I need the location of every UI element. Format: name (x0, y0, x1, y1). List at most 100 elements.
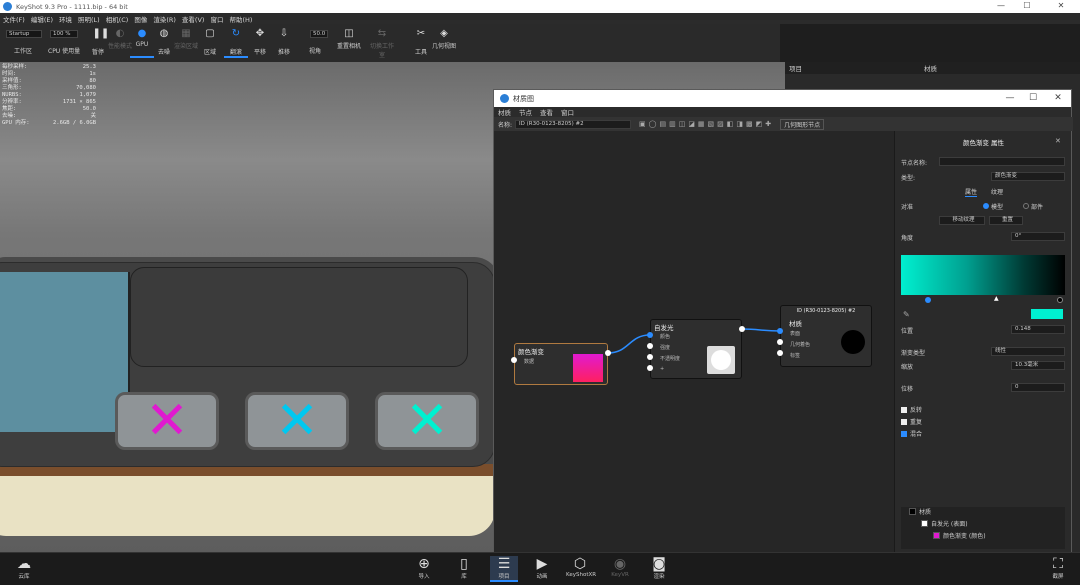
mg-minimize-icon[interactable]: — (999, 90, 1021, 107)
scale-field[interactable]: 10.3毫米 (1011, 361, 1065, 370)
props-close-icon[interactable]: ✕ (1055, 137, 1061, 145)
offset-field[interactable]: 0 (1011, 383, 1065, 392)
mg-maximize-icon[interactable]: ☐ (1022, 90, 1044, 107)
graph-tool-icons[interactable]: ▣◯▤▥◫◪▦▧▨◧◨▩◩✚ (639, 120, 774, 128)
gradient-stop-start[interactable] (925, 297, 931, 303)
menu-item[interactable]: 窗口 (210, 14, 223, 24)
tree-item[interactable]: 材质 (901, 507, 1065, 519)
menu-item[interactable]: 文件(F) (3, 14, 25, 24)
material-name-field[interactable]: ID (R30-0123-8205) #2 (515, 119, 632, 129)
emissive-opacity-port[interactable] (647, 354, 653, 360)
connection-emissive-material (741, 328, 781, 332)
tumble-button[interactable]: ↻ 翻滚 (224, 28, 248, 58)
radio-part[interactable]: 部件 (1023, 202, 1043, 211)
stop-color-swatch[interactable] (1031, 309, 1063, 319)
reset-camera-button[interactable]: ◫ 重置相机 (337, 28, 361, 58)
denoise-button[interactable]: ◍ 去噪 (152, 28, 176, 58)
material-label-port[interactable] (777, 350, 783, 356)
render-button[interactable]: ◙ 渲染 (645, 556, 673, 580)
screenshot-button[interactable]: ⛶ 截屏 (1044, 556, 1072, 580)
menu-item[interactable]: 相机(C) (106, 14, 129, 24)
library-icon: ▯ (460, 556, 468, 572)
emissive-add-port[interactable] (647, 365, 653, 371)
area-button[interactable]: ▢ 区域 (198, 28, 222, 58)
angle-field[interactable]: 0° (1011, 232, 1065, 241)
cpu-usage-field[interactable]: 100 % (50, 30, 78, 38)
node-properties-pane: 颜色渐变 属性 ✕ 节点名称: 类型: 颜色渐变 属性 纹理 对准 模型 部件 … (894, 131, 1071, 552)
dolly-button[interactable]: ⇩ 推移 (272, 28, 296, 58)
gpu-button[interactable]: ● GPU (130, 28, 154, 58)
gradient-data-in-port[interactable] (511, 357, 517, 363)
blend-checkbox[interactable]: 混合 (901, 429, 922, 438)
project-button[interactable]: ☰ 项目 (490, 556, 518, 582)
tree-item[interactable]: 自发光 (表面) (901, 519, 1065, 531)
performance-button[interactable]: ◐ 性能模式 (108, 28, 132, 58)
menu-item[interactable]: 图像 (134, 14, 147, 24)
minimize-icon[interactable]: — (990, 0, 1012, 13)
node-emissive[interactable]: 自发光 颜色 强度 不透明度 + (650, 319, 742, 379)
emissive-color-port[interactable] (647, 332, 653, 338)
material-surface-port[interactable] (777, 328, 783, 334)
workspace-select[interactable]: Startup (6, 30, 42, 38)
close-icon[interactable]: ✕ (1050, 0, 1072, 13)
invert-checkbox[interactable]: 反转 (901, 405, 922, 414)
mg-close-icon[interactable]: ✕ (1047, 90, 1069, 107)
menu-item[interactable]: 帮助(H) (229, 14, 252, 24)
stat-row: 时间: 1s (2, 71, 96, 77)
menu-item[interactable]: 查看(V) (182, 14, 205, 24)
mg-menu-item[interactable]: 节点 (519, 107, 532, 117)
node-canvas[interactable]: 颜色渐变 数据 自发光 颜色 强度 不透明度 + ID (R30-0123-82… (494, 131, 894, 552)
menu-item[interactable]: 环境 (59, 14, 72, 24)
import-button[interactable]: ⊕ 导入 (410, 556, 438, 580)
maximize-icon[interactable]: ☐ (1016, 0, 1038, 13)
tree-item[interactable]: 颜色渐变 (颜色) (901, 531, 1065, 543)
move-texture-button[interactable]: 移动纹理 (939, 216, 985, 225)
cloud-library-button[interactable]: ☁ 云库 (10, 556, 38, 580)
node-color-gradient[interactable]: 颜色渐变 数据 (514, 343, 608, 385)
position-field[interactable]: 0.148 (1011, 325, 1065, 334)
pause-button[interactable]: ❚❚ 暂停 (86, 28, 110, 58)
stat-row: 去噪: 关 (2, 113, 96, 119)
gradient-midpoint[interactable]: ▲ (994, 295, 999, 302)
mg-menu-item[interactable]: 查看 (540, 107, 553, 117)
keyshotxr-button[interactable]: ⬡ KeyShotXR (566, 556, 596, 578)
gradient-stop-end[interactable] (1057, 297, 1063, 303)
menu-item[interactable]: 编辑(E) (31, 14, 53, 24)
gradient-type-select[interactable]: 线性 (991, 347, 1065, 356)
stat-row: NURBS: 1,079 (2, 92, 96, 98)
repeat-checkbox[interactable]: 重复 (901, 417, 922, 426)
switch-studio-button[interactable]: ⇆ 切换工作室 (370, 28, 394, 59)
gradient-editor[interactable] (901, 255, 1065, 295)
title-bar: KeyShot 9.3 Pro - 1111.bip - 64 bit — ☐ … (0, 0, 1080, 13)
mg-menu-item[interactable]: 材质 (498, 107, 511, 117)
animation-button[interactable]: ▶ 动画 (528, 556, 556, 580)
mg-menu-item[interactable]: 窗口 (561, 107, 574, 117)
stat-row: 分辨率: 1731 × 865 (2, 99, 96, 105)
tab-properties[interactable]: 属性 (965, 187, 978, 197)
type-select[interactable]: 颜色渐变 (991, 172, 1065, 181)
region-button[interactable]: ▦ 渲染区域 (174, 28, 198, 58)
menu-item[interactable]: 渲染(R) (153, 14, 176, 24)
fov-field[interactable]: 50.0 (310, 30, 328, 38)
node-material[interactable]: ID (R30-0123-8205) #2 材质 表面 几何着色 标签 (780, 305, 872, 367)
gradient-out-port[interactable] (605, 350, 611, 356)
pan-button[interactable]: ✥ 平移 (248, 28, 272, 58)
tab-texture[interactable]: 纹理 (991, 187, 1003, 196)
reset-button[interactable]: 重置 (989, 216, 1023, 225)
material-geometry-port[interactable] (777, 339, 783, 345)
node-name-field[interactable] (939, 157, 1065, 166)
emissive-intensity-port[interactable] (647, 343, 653, 349)
app-title: KeyShot 9.3 Pro - 1111.bip - 64 bit (16, 2, 128, 11)
keyvr-button[interactable]: ◉ KeyVR (606, 556, 634, 578)
geometry-view-button[interactable]: ◈ 几何视图 (432, 28, 456, 58)
gradient-preview (573, 354, 603, 382)
geometry-node-button[interactable]: 几何图形节点 (780, 118, 825, 130)
pause-icon: ❚❚ (92, 28, 110, 39)
radio-model[interactable]: 模型 (983, 202, 1003, 211)
menu-item[interactable]: 照明(L) (78, 14, 100, 24)
eyedropper-icon[interactable]: ✎ (903, 310, 910, 319)
emissive-out-port[interactable] (739, 326, 745, 332)
tools-button[interactable]: ✂ 工具 (409, 28, 433, 58)
library-button[interactable]: ▯ 库 (450, 556, 478, 580)
keyshot-logo-icon (3, 2, 12, 11)
